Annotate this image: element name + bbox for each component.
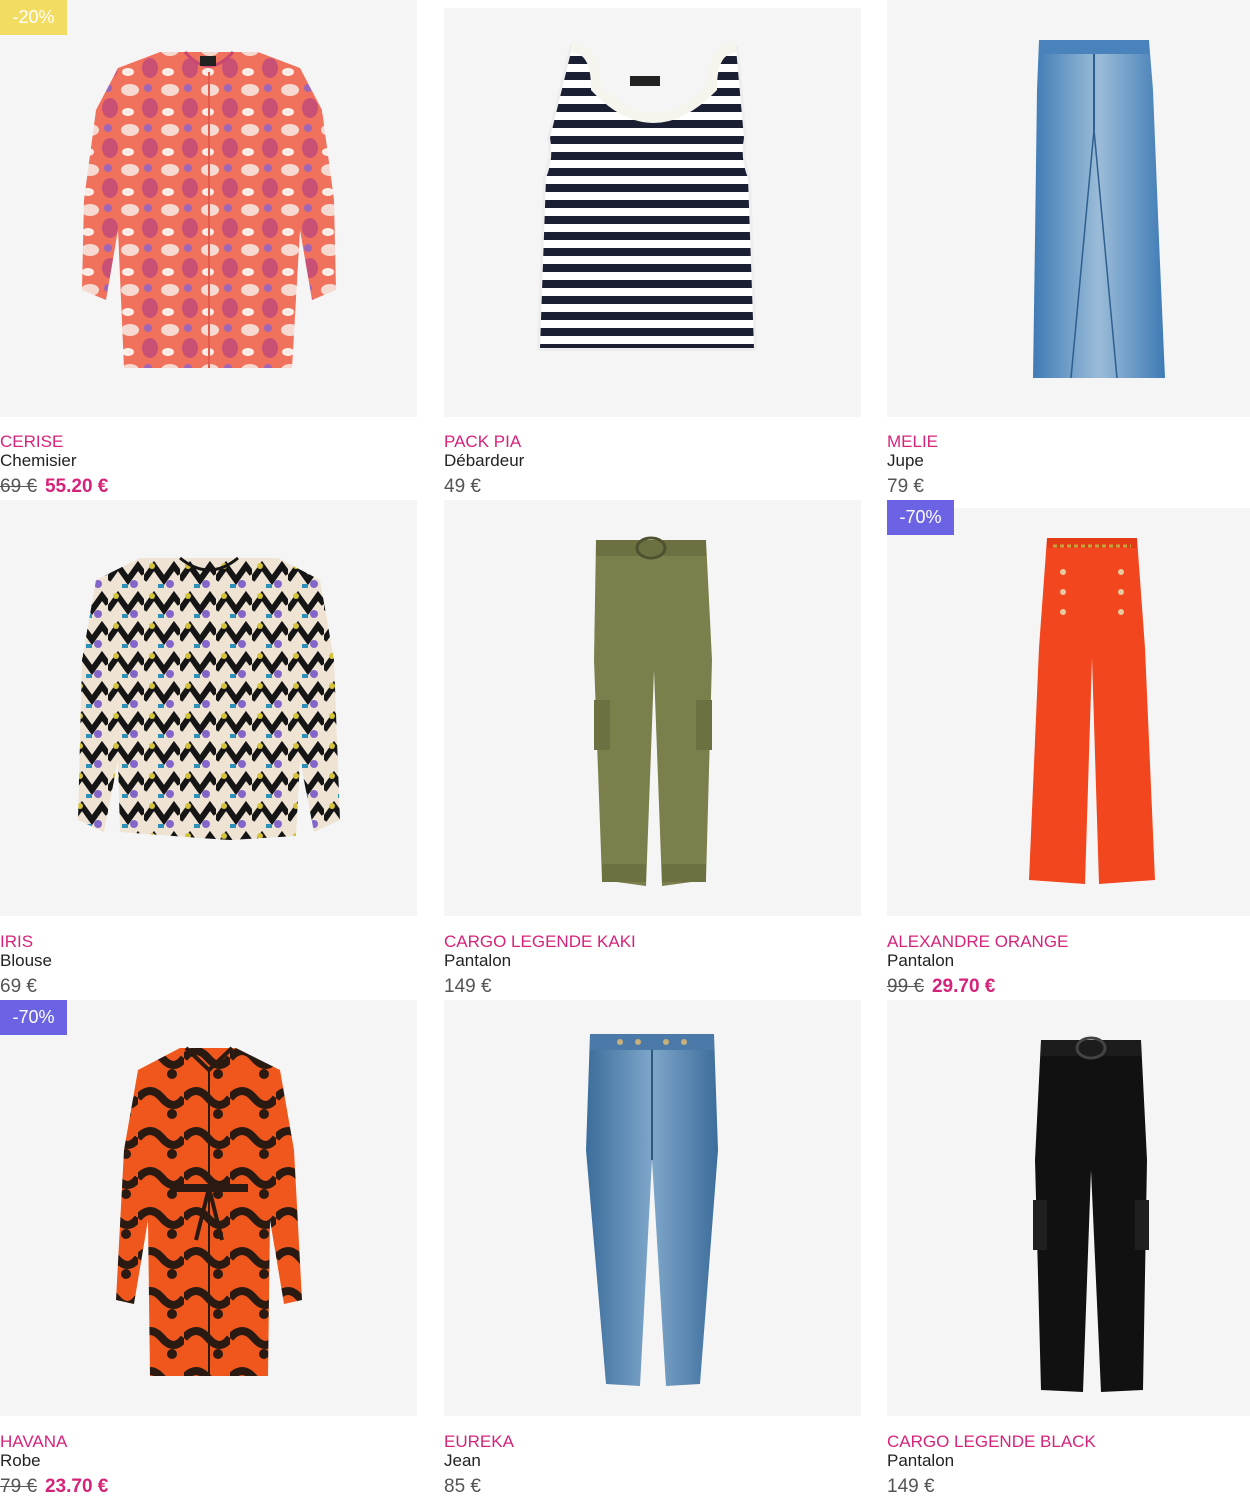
printed-blouse-icon [78,556,340,840]
product-category: Pantalon [887,951,955,970]
product-card-eureka[interactable]: EUREKA Jean 85 € [444,1000,861,1500]
product-card-havana[interactable]: -70% HAVANA Robe 79 € 23.70 € [0,1000,417,1500]
product-card-pack-pia[interactable]: PACK PIA Débardeur 49 € [444,0,861,500]
product-image[interactable] [444,8,861,417]
product-card-cargo-legende-black[interactable]: CARGO LEGENDE BLACK Pantalon 149 € [887,1000,1250,1500]
jeans-icon [586,1034,718,1386]
product-image[interactable] [0,500,417,916]
price-line: 79 € [887,474,1250,500]
product-name[interactable]: EUREKA [444,1432,861,1452]
product-category: Chemisier [0,451,77,470]
product-category: Pantalon [444,951,512,970]
price-line: 79 € 23.70 € [0,1474,417,1500]
price: 149 € [887,1476,935,1497]
product-category: Blouse [0,951,52,970]
product-image[interactable] [444,500,861,916]
product-image[interactable] [887,508,1250,916]
price-line: 99 € 29.70 € [887,974,1250,1000]
black-cargo-pants-icon [1033,1036,1149,1392]
product-category: Débardeur [444,451,525,470]
product-card-alexandre-orange[interactable]: -70% ALEXANDRE ORANGE Pantalon 99 € 29.70… [887,500,1250,1000]
price-line: 149 € [444,974,861,1000]
price-line: 149 € [887,1474,1250,1500]
denim-skirt-icon [1033,40,1165,379]
product-category: Jupe [887,451,924,470]
discount-badge: -70% [0,1000,67,1035]
product-name[interactable]: CARGO LEGENDE BLACK [887,1432,1250,1452]
floral-blouse-icon [82,51,336,368]
price: 69 € [0,976,37,997]
product-name[interactable]: MELIE [887,432,1250,452]
product-image[interactable] [0,0,417,417]
product-name[interactable]: HAVANA [0,1432,417,1452]
product-category: Pantalon [887,1451,955,1470]
price-line: 69 € 55.20 € [0,474,417,500]
product-image[interactable] [887,0,1250,417]
product-name[interactable]: ALEXANDRE ORANGE [887,932,1250,952]
sale-price: 23.70 € [44,1476,109,1497]
product-name[interactable]: PACK PIA [444,432,861,452]
sale-price: 29.70 € [931,976,996,997]
product-name[interactable]: CARGO LEGENDE KAKI [444,932,861,952]
product-grid: -20% CERISE Chemisier 69 € 55.20 € PACK P… [0,0,1250,1500]
product-card-iris[interactable]: IRIS Blouse 69 € [0,500,417,1000]
product-name[interactable]: IRIS [0,932,417,952]
price: 79 € [887,476,924,497]
product-category: Robe [0,1451,41,1470]
price: 85 € [444,1476,481,1497]
old-price: 69 € [0,476,37,497]
price-line: 49 € [444,474,861,500]
product-image[interactable] [444,1000,861,1416]
shirt-dress-icon [116,1046,302,1376]
product-image[interactable] [887,1000,1250,1416]
old-price: 79 € [0,1476,37,1497]
price-line: 69 € [0,974,417,1000]
discount-badge: -20% [0,0,67,35]
old-price: 99 € [887,976,924,997]
product-card-cargo-legende-kaki[interactable]: CARGO LEGENDE KAKI Pantalon 149 € [444,500,861,1000]
sale-price: 55.20 € [44,476,109,497]
product-name[interactable]: CERISE [0,432,417,452]
price: 149 € [444,976,492,997]
khaki-cargo-pants-icon [594,536,712,886]
discount-badge: -70% [887,500,954,535]
striped-tank-top-icon [536,43,758,351]
price-line: 85 € [444,1474,861,1500]
product-category: Jean [444,1451,481,1470]
product-image[interactable] [0,1000,417,1416]
product-card-melie[interactable]: MELIE Jupe 79 € [887,0,1250,500]
price: 49 € [444,476,481,497]
orange-wide-pants-icon [1029,538,1155,884]
product-card-cerise[interactable]: -20% CERISE Chemisier 69 € 55.20 € [0,0,417,500]
